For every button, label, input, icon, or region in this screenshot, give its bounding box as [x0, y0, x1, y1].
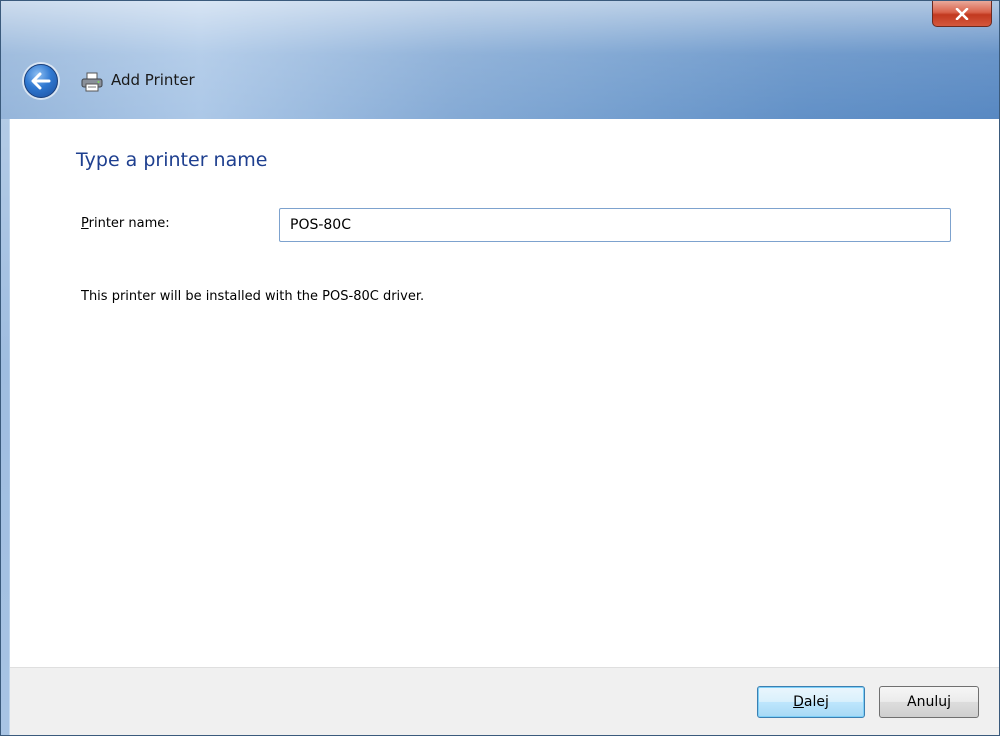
- printer-name-label-accesskey: P: [81, 216, 89, 231]
- printer-name-input[interactable]: [279, 208, 951, 242]
- back-arrow-icon: [31, 72, 51, 90]
- window-title: Add Printer: [111, 71, 195, 89]
- close-button[interactable]: [932, 1, 992, 27]
- printer-name-label-rest: rinter name:: [88, 216, 170, 231]
- printer-name-label: Printer name:: [81, 216, 170, 231]
- navigation-bar: Add Printer: [1, 51, 999, 119]
- window-frame-left: [1, 119, 9, 735]
- back-button[interactable]: [24, 64, 58, 98]
- driver-info-text: This printer will be installed with the …: [81, 289, 425, 304]
- next-button[interactable]: Dalej: [757, 686, 865, 718]
- wizard-footer: Dalej Anuluj: [10, 667, 999, 735]
- next-button-rest: alej: [803, 694, 829, 710]
- page-title: Type a printer name: [76, 149, 268, 171]
- printer-icon: [81, 72, 103, 92]
- close-icon: [955, 7, 969, 20]
- add-printer-window: Add Printer Type a printer name Printer …: [0, 0, 1000, 736]
- next-button-accesskey: D: [793, 694, 804, 710]
- wizard-content: Type a printer name Printer name: This p…: [10, 119, 999, 667]
- cancel-button[interactable]: Anuluj: [879, 686, 979, 718]
